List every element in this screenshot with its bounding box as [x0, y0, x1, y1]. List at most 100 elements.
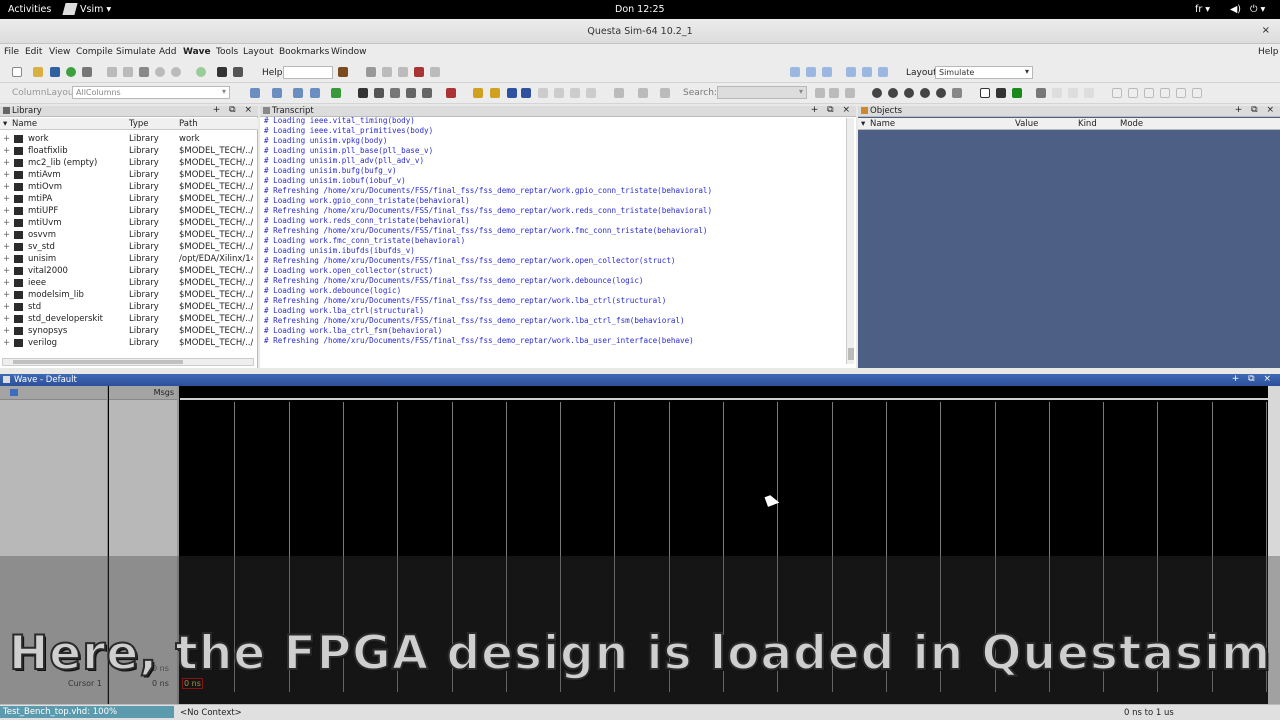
power-icon[interactable]: ⏻ ▾	[1250, 4, 1265, 15]
app-menu[interactable]: Vsim ▾	[80, 4, 111, 15]
step-back-icon[interactable]	[806, 67, 816, 77]
dataflow-icon[interactable]	[406, 88, 416, 98]
zoom-cursor-icon[interactable]	[920, 88, 930, 98]
expand-icon[interactable]: +	[3, 194, 10, 204]
expand-icon[interactable]: +	[3, 182, 10, 192]
wave-edit-9-icon[interactable]	[1192, 88, 1202, 98]
scrollbar-thumb[interactable]	[13, 360, 183, 364]
break-icon[interactable]	[414, 67, 424, 77]
zoom-mode-icon[interactable]	[374, 88, 384, 98]
wave-edit-2-icon[interactable]	[1068, 88, 1078, 98]
expand-icon[interactable]: +	[3, 254, 10, 264]
wave-insert-icon[interactable]	[272, 88, 282, 98]
wave-edit-3-icon[interactable]	[1084, 88, 1094, 98]
wave-edit-1-icon[interactable]	[1052, 88, 1062, 98]
expand-icon[interactable]: +	[3, 242, 10, 252]
library-row[interactable]: + vital2000 Library $MODEL_TECH/../v	[0, 265, 256, 277]
insert-cursor-icon[interactable]	[473, 88, 483, 98]
wave-group-icon[interactable]	[293, 88, 303, 98]
library-row[interactable]: + mtiPA Library $MODEL_TECH/../p	[0, 193, 256, 205]
library-row[interactable]: + mc2_lib (empty) Library $MODEL_TECH/../r	[0, 157, 256, 169]
expand-icon[interactable]: +	[3, 218, 10, 228]
library-row[interactable]: + ieee Library $MODEL_TECH/../ie	[0, 277, 256, 289]
wave-edit-4-icon[interactable]	[1112, 88, 1122, 98]
column-kind[interactable]: Kind	[1078, 119, 1097, 129]
vertical-scrollbar[interactable]	[846, 118, 854, 364]
pane-controls[interactable]: + ⧉ ×	[811, 105, 853, 115]
library-row[interactable]: + unisim Library/opt/EDA/Xilinx/14	[0, 253, 256, 265]
next-edge-icon[interactable]	[521, 88, 531, 98]
help-context-icon[interactable]	[430, 67, 440, 77]
column-value[interactable]: Value	[1015, 119, 1038, 129]
expand-icon[interactable]: +	[3, 278, 10, 288]
transcript-output[interactable]: # Loading ieee.vital_timing(body) # Loadi…	[264, 116, 844, 360]
delete-cursor-icon[interactable]	[490, 88, 500, 98]
wave-format-icon[interactable]	[980, 88, 990, 98]
expand-icon[interactable]: +	[3, 170, 10, 180]
horizontal-scrollbar[interactable]	[2, 358, 254, 366]
menu-help[interactable]: Help	[1258, 47, 1279, 57]
copy-icon[interactable]	[123, 67, 133, 77]
find-prev-icon[interactable]	[538, 88, 548, 98]
wave-add-icon[interactable]	[250, 88, 260, 98]
library-row[interactable]: + mtiUPF Library $MODEL_TECH/../i	[0, 205, 256, 217]
step-over-icon[interactable]	[822, 67, 832, 77]
zoom-in-icon[interactable]	[872, 88, 882, 98]
expand-icon[interactable]: +	[3, 314, 10, 324]
library-row[interactable]: + floatfixlib Library $MODEL_TECH/../f	[0, 145, 256, 157]
clock[interactable]: Don 12:25	[615, 4, 665, 15]
menu-file[interactable]: File	[4, 47, 19, 57]
find-next-icon[interactable]	[554, 88, 564, 98]
expand-icon[interactable]: +	[3, 302, 10, 312]
expand-icon[interactable]: +	[3, 290, 10, 300]
column-layout-select[interactable]: AllColumns ▾	[72, 86, 230, 99]
help-search-input[interactable]	[283, 66, 333, 79]
wave-divider-icon[interactable]	[310, 88, 320, 98]
layout-select[interactable]: Simulate ▾	[935, 66, 1033, 79]
new-file-icon[interactable]	[12, 67, 22, 77]
search-forward-icon[interactable]	[815, 88, 825, 98]
wave-refresh-icon[interactable]	[331, 88, 341, 98]
library-row[interactable]: + mtiOvm Library $MODEL_TECH/../c	[0, 181, 256, 193]
expand-icon[interactable]: +	[3, 134, 10, 144]
refresh-icon[interactable]	[66, 67, 76, 77]
menu-window[interactable]: Window	[331, 47, 367, 57]
zoom-range-icon[interactable]	[936, 88, 946, 98]
cut-icon[interactable]	[107, 67, 117, 77]
scrollbar-thumb[interactable]	[848, 348, 854, 360]
continue-icon[interactable]	[862, 67, 872, 77]
library-row[interactable]: + osvvm Library $MODEL_TECH/../c	[0, 229, 256, 241]
library-row[interactable]: + verilog Library $MODEL_TECH/../v	[0, 337, 256, 349]
find-rise-icon[interactable]	[570, 88, 580, 98]
zoom-last-icon[interactable]	[952, 88, 962, 98]
expand-icon[interactable]: +	[3, 158, 10, 168]
pane-controls[interactable]: + ⧉ ×	[1235, 105, 1277, 115]
column-name[interactable]: Name	[12, 119, 37, 129]
expand-icon[interactable]: +	[3, 230, 10, 240]
column-name[interactable]: Name	[870, 119, 895, 129]
pane-controls[interactable]: + ⧉ ×	[1232, 374, 1274, 384]
edit-mode-icon[interactable]	[390, 88, 400, 98]
help-search-icon[interactable]	[338, 67, 348, 77]
menu-compile[interactable]: Compile	[76, 47, 113, 57]
activities-button[interactable]: Activities	[8, 4, 51, 15]
wave-style-icon[interactable]	[1012, 88, 1022, 98]
column-path[interactable]: Path	[179, 119, 198, 129]
prev-edge-icon[interactable]	[507, 88, 517, 98]
compile-icon[interactable]	[366, 67, 376, 77]
wave-edit-7-icon[interactable]	[1160, 88, 1170, 98]
library-row[interactable]: + std Library $MODEL_TECH/../s	[0, 301, 256, 313]
wave-edit-5-icon[interactable]	[1128, 88, 1138, 98]
wave-toggle-icon[interactable]	[10, 389, 18, 396]
print-icon[interactable]	[82, 67, 92, 77]
menu-layout[interactable]: Layout	[243, 47, 274, 57]
stop-icon[interactable]	[446, 88, 456, 98]
paste-icon[interactable]	[139, 67, 149, 77]
window-close-button[interactable]: ×	[1262, 25, 1270, 36]
column-mode[interactable]: Mode	[1120, 119, 1143, 129]
expand-icon[interactable]: +	[3, 206, 10, 216]
grid-icon[interactable]	[1036, 88, 1046, 98]
pane-controls[interactable]: + ⧉ ×	[213, 105, 255, 115]
expand-icon[interactable]: +	[3, 326, 10, 336]
search-options-icon[interactable]	[845, 88, 855, 98]
